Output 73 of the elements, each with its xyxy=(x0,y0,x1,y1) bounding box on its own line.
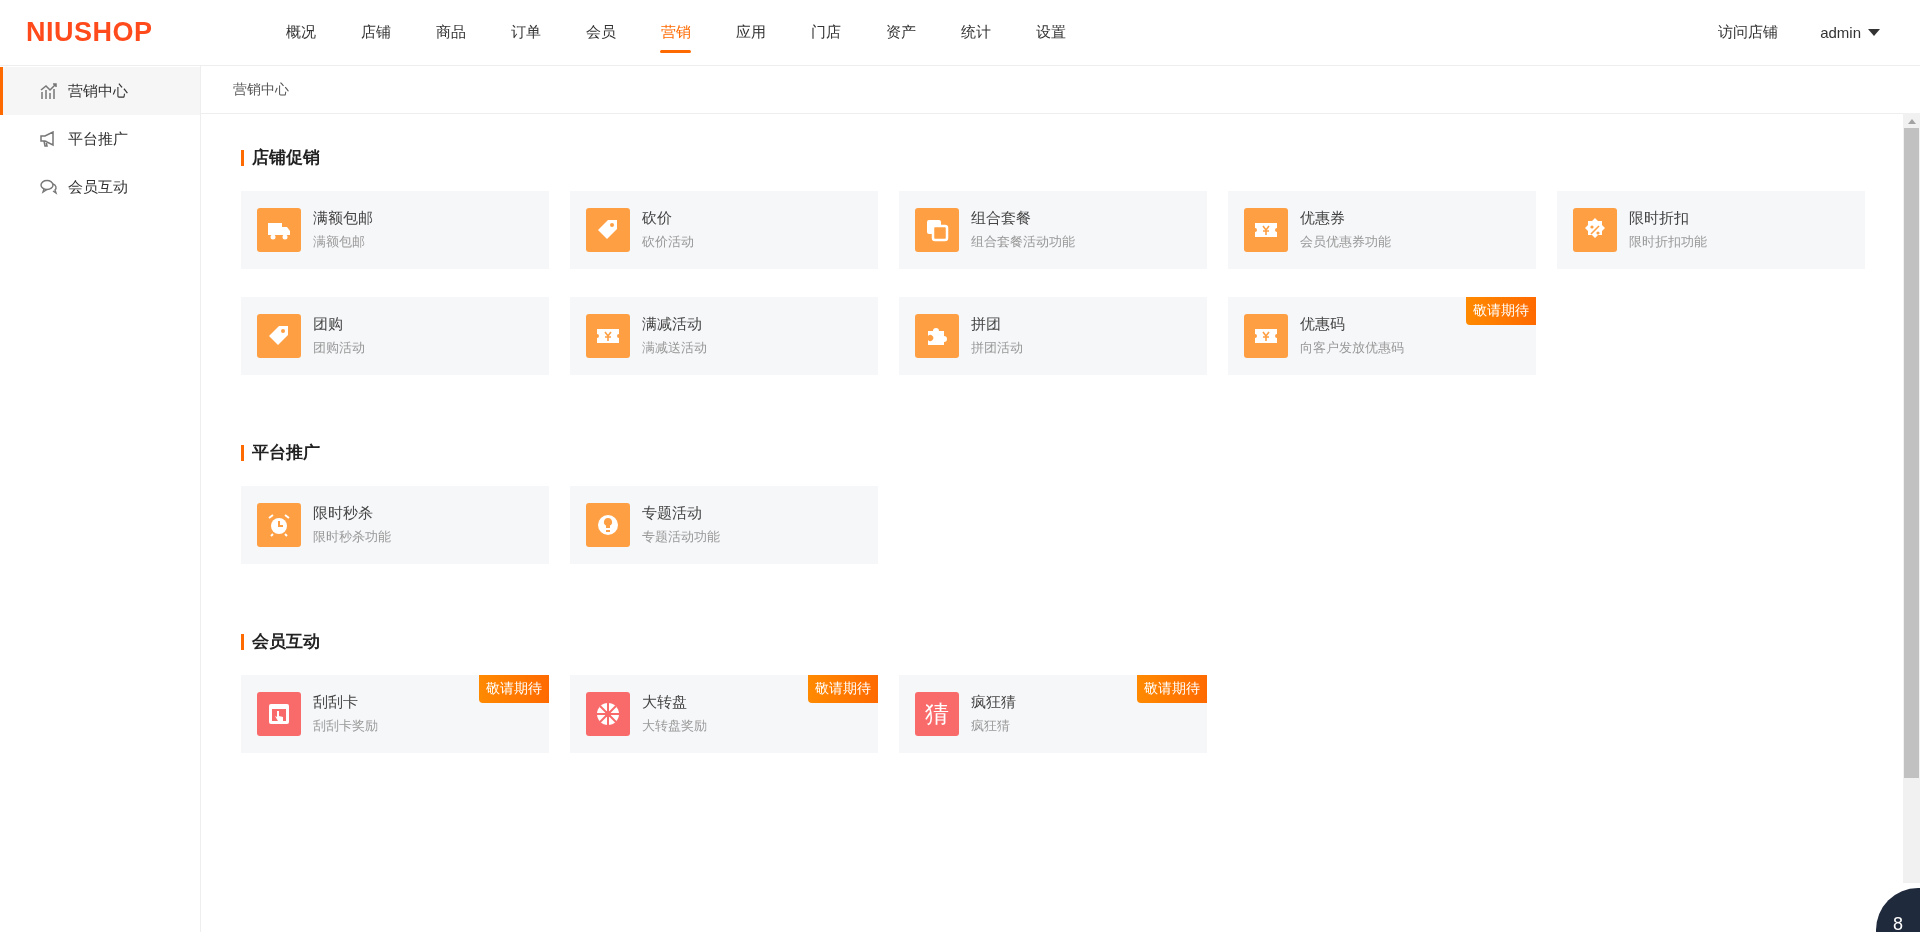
scrollbar-thumb[interactable] xyxy=(1904,128,1919,778)
card-title: 刮刮卡 xyxy=(313,693,359,712)
activity-card[interactable]: 组合套餐 组合套餐活动功能 xyxy=(899,191,1207,269)
nav-tab[interactable]: 门店 xyxy=(788,0,863,65)
card-title: 组合套餐 xyxy=(971,209,1032,228)
nav-tab[interactable]: 订单 xyxy=(488,0,563,65)
card-description: 限时秒杀功能 xyxy=(313,528,391,546)
breadcrumb[interactable]: 营销中心 xyxy=(233,80,289,99)
card-description: 组合套餐活动功能 xyxy=(971,233,1075,251)
card-title: 满额包邮 xyxy=(313,209,373,228)
activity-card[interactable]: 限时折扣 限时折扣功能 xyxy=(1557,191,1865,269)
card-description: 专题活动功能 xyxy=(642,528,720,546)
card-description: 向客户发放优惠码 xyxy=(1300,339,1404,357)
card-title: 满减活动 xyxy=(642,315,703,334)
card-description: 满额包邮 xyxy=(313,233,366,251)
coming-soon-badge: 敬请期待 xyxy=(479,675,549,703)
card-title: 拼团 xyxy=(971,315,1002,334)
activity-card[interactable]: 猜 疯狂猜 疯狂猜 敬请期待 xyxy=(899,675,1207,753)
activity-card[interactable]: 限时秒杀 限时秒杀功能 xyxy=(241,486,549,564)
card-description: 大转盘奖励 xyxy=(642,717,707,735)
activity-card[interactable]: 优惠码 向客户发放优惠码 敬请期待 xyxy=(1228,297,1536,375)
card-description: 满减送活动 xyxy=(642,339,707,357)
nav-tab[interactable]: 统计 xyxy=(938,0,1013,65)
card-description: 疯狂猜 xyxy=(971,717,1011,735)
coming-soon-badge: 敬请期待 xyxy=(1137,675,1207,703)
coming-soon-badge: 敬请期待 xyxy=(1466,297,1536,325)
user-menu[interactable]: admin xyxy=(1820,24,1880,41)
card-description: 团购活动 xyxy=(313,339,365,357)
chart-icon xyxy=(40,83,58,99)
sidebar-item[interactable]: 平台推广 xyxy=(0,115,200,163)
nav-tab[interactable]: 商品 xyxy=(413,0,488,65)
activity-card[interactable]: 满减活动 满减送活动 xyxy=(570,297,878,375)
card-title: 优惠券 xyxy=(1300,209,1346,228)
card-title: 疯狂猜 xyxy=(971,693,1016,712)
scrollbar[interactable] xyxy=(1903,113,1920,883)
card-description: 会员优惠券功能 xyxy=(1300,233,1391,251)
nav-tab[interactable]: 概况 xyxy=(263,0,338,65)
activity-card[interactable]: 满额包邮 满额包邮 xyxy=(241,191,549,269)
card-title: 优惠码 xyxy=(1300,315,1346,334)
card-description: 限时折扣功能 xyxy=(1629,233,1707,251)
section-title: 会员互动 xyxy=(241,634,1871,650)
card-title: 大转盘 xyxy=(642,693,688,712)
section-title: 店铺促销 xyxy=(241,150,1871,166)
caret-icon xyxy=(1868,29,1880,36)
activity-card[interactable]: 刮刮卡 刮刮卡奖励 敬请期待 xyxy=(241,675,549,753)
nav-tab[interactable]: 店铺 xyxy=(338,0,413,65)
card-description: 拼团活动 xyxy=(971,339,1023,357)
activity-card[interactable]: 专题活动 专题活动功能 xyxy=(570,486,878,564)
visit-store-link[interactable]: 访问店铺 xyxy=(1718,23,1779,42)
card-description: 砍价活动 xyxy=(642,233,694,251)
card-title: 团购 xyxy=(313,315,344,334)
activity-card[interactable]: 优惠券 会员优惠券功能 xyxy=(1228,191,1536,269)
activity-card[interactable]: 大转盘 大转盘奖励 敬请期待 xyxy=(570,675,878,753)
card-title: 限时折扣 xyxy=(1629,209,1690,228)
card-title: 限时秒杀 xyxy=(313,504,374,523)
activity-card[interactable]: 团购 团购活动 xyxy=(241,297,549,375)
sidebar-item[interactable]: 营销中心 xyxy=(0,67,200,115)
nav-tab[interactable]: 资产 xyxy=(863,0,938,65)
nav-tab[interactable]: 会员 xyxy=(563,0,638,65)
scroll-up-icon[interactable] xyxy=(1907,119,1916,124)
card-description: 刮刮卡奖励 xyxy=(313,717,378,735)
card-title: 砍价 xyxy=(642,209,673,228)
chat-icon xyxy=(40,179,58,195)
help-bubble[interactable]: 8 xyxy=(1876,888,1920,932)
section-title: 平台推广 xyxy=(241,445,1871,461)
nav-tab[interactable]: 应用 xyxy=(713,0,788,65)
activity-card[interactable]: 砍价 砍价活动 xyxy=(570,191,878,269)
card-title: 专题活动 xyxy=(642,504,703,523)
coming-soon-badge: 敬请期待 xyxy=(808,675,878,703)
icon-tile: 猜 xyxy=(915,692,959,736)
activity-card[interactable]: 拼团 拼团活动 xyxy=(899,297,1207,375)
nav-tab[interactable]: 设置 xyxy=(1013,0,1088,65)
sidebar-item[interactable]: 会员互动 xyxy=(0,163,200,211)
